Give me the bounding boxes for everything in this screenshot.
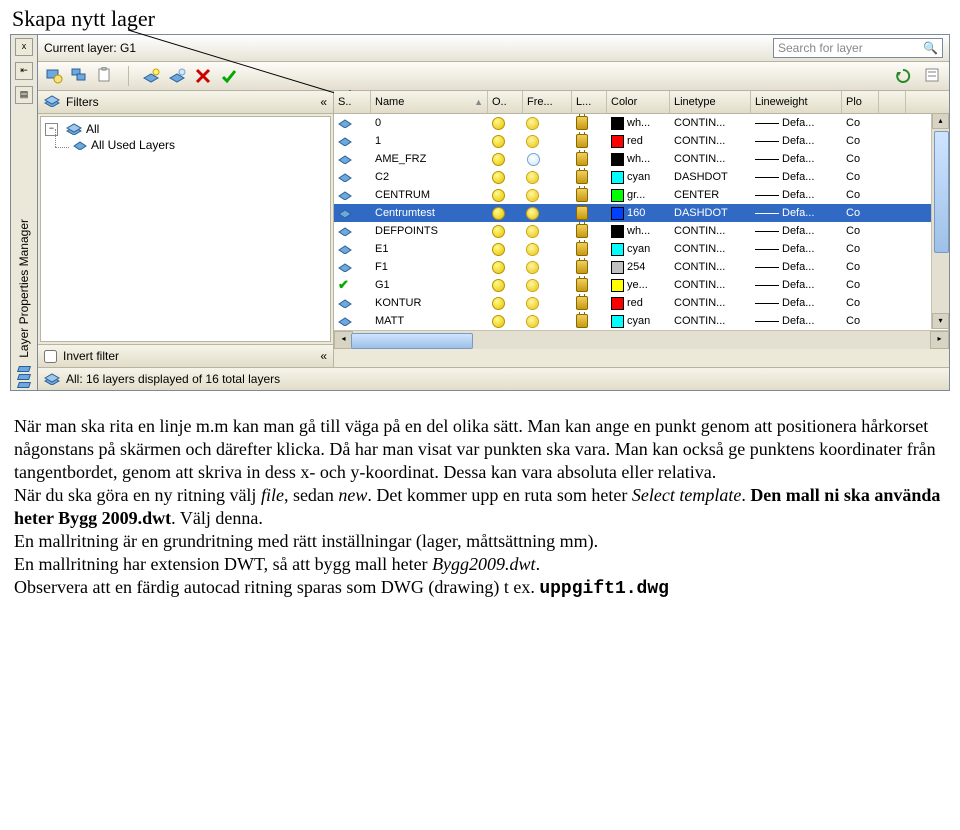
close-button[interactable]: x (15, 38, 33, 56)
status-bar: All: 16 layers displayed of 16 total lay… (38, 367, 949, 390)
col-status: S.. (334, 91, 371, 113)
tree-node-used[interactable]: All Used Layers (91, 138, 175, 152)
new-group-filter-button[interactable] (70, 66, 90, 86)
layer-states-button[interactable] (96, 66, 116, 86)
col-linetype: Linetype (670, 91, 751, 113)
table-row[interactable]: 0wh...CONTIN...Defa...Co (334, 114, 948, 132)
col-freeze: Fre... (523, 91, 572, 113)
table-row[interactable]: KONTURredCONTIN...Defa...Co (334, 294, 948, 312)
col-on: O.. (488, 91, 523, 113)
horizontal-scrollbar[interactable]: ◂ ▸ (334, 330, 949, 349)
table-row[interactable]: Centrumtest160DASHDOTDefa...Co (334, 204, 948, 222)
col-name: Name▲ (371, 91, 488, 113)
col-plot: Plo (842, 91, 879, 113)
body-text: När man ska rita en linje m.m kan man gå… (10, 415, 950, 601)
table-row[interactable]: DEFPOINTSwh...CONTIN...Defa...Co (334, 222, 948, 240)
layer-stack-icon (14, 366, 34, 388)
table-row[interactable]: MATTcyanCONTIN...Defa...Co (334, 312, 948, 330)
invert-filter-checkbox[interactable] (44, 350, 57, 363)
table-row[interactable]: CENTRUMgr...CENTERDefa...Co (334, 186, 948, 204)
col-color: Color (607, 91, 670, 113)
col-lineweight: Lineweight (751, 91, 842, 113)
collapse-invert-button[interactable]: « (320, 349, 327, 363)
layer-stack-icon (44, 95, 60, 110)
invert-filter-label: Invert filter (63, 349, 119, 363)
table-row[interactable]: F1254CONTIN...Defa...Co (334, 258, 948, 276)
tree-node-all[interactable]: All (86, 122, 99, 136)
collapse-button[interactable]: ▤ (15, 86, 33, 104)
layer-grid[interactable]: 0wh...CONTIN...Defa...Co1redCONTIN...Def… (334, 114, 949, 330)
grid-header[interactable]: S.. Name▲ O.. Fre... L... Color Linetype… (334, 91, 949, 114)
table-row[interactable]: AME_FRZwh...CONTIN...Defa...Co (334, 150, 948, 168)
new-property-filter-button[interactable] (44, 66, 64, 86)
search-input[interactable]: Search for layer 🔍 (773, 38, 943, 58)
autohide-button[interactable]: ⇤ (15, 62, 33, 80)
settings-button[interactable] (923, 66, 943, 86)
table-row[interactable]: C2cyanDASHDOTDefa...Co (334, 168, 948, 186)
panel-title: Layer Properties Manager (11, 107, 37, 364)
filter-tree[interactable]: − All All Used Layers (40, 116, 331, 342)
vertical-scrollbar[interactable]: ▴ ▾ (931, 113, 949, 329)
search-icon: 🔍 (923, 41, 938, 55)
table-row[interactable]: E1cyanCONTIN...Defa...Co (334, 240, 948, 258)
col-lock: L... (572, 91, 607, 113)
table-row[interactable]: 1redCONTIN...Defa...Co (334, 132, 948, 150)
table-row[interactable]: ✔G1ye...CONTIN...Defa...Co (334, 276, 948, 294)
refresh-button[interactable] (893, 66, 913, 86)
